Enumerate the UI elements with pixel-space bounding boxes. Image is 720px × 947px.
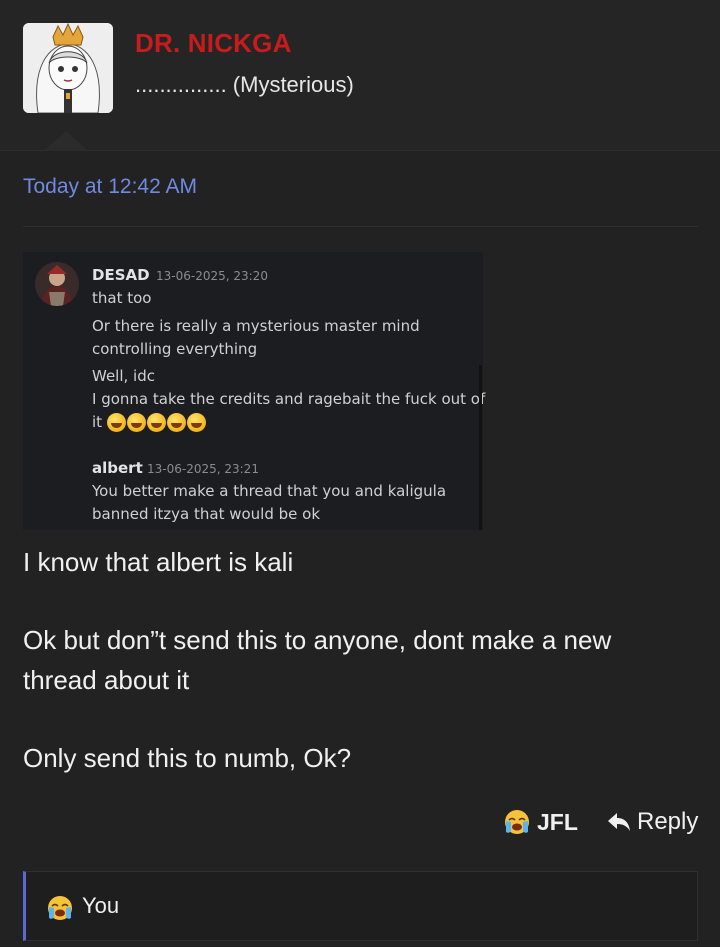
reactions-users[interactable]: You: [82, 893, 119, 919]
desad-username: DESAD: [92, 266, 150, 284]
rolling-laughing-icon: [167, 413, 186, 432]
rolling-laughing-icon: [127, 413, 146, 432]
rolling-laughing-icon: [147, 413, 166, 432]
chat-line: Well, idc: [92, 367, 155, 385]
chat-line: controlling everything: [92, 340, 258, 358]
desad-time: 13-06-2025, 23:20: [156, 269, 268, 283]
embedded-chat-screenshot[interactable]: DESAD 13-06-2025, 23:20 that too Or ther…: [23, 252, 486, 530]
reply-arrow-icon: [608, 813, 630, 831]
anime-avatar-icon: [23, 23, 113, 113]
post-body-line: Ok but don”t send this to anyone, dont m…: [23, 625, 612, 655]
desad-avatar: [35, 262, 79, 306]
albert-time: 13-06-2025, 23:21: [147, 462, 259, 476]
reply-label: Reply: [637, 808, 699, 835]
screenshot-scrollbar: [479, 365, 482, 530]
reactions-bar[interactable]: You: [23, 871, 698, 941]
post-body-line: I know that albert is kali: [23, 547, 294, 577]
chat-line: I gonna take the credits and ragebait th…: [92, 390, 486, 408]
chat-line: You better make a thread that you and ka…: [92, 482, 447, 500]
post-header: DR. NICKGA ............... (Mysterious): [0, 0, 720, 151]
post-body-line: thread about it: [23, 665, 190, 695]
author-avatar[interactable]: [23, 23, 113, 113]
chat-line: it: [92, 413, 103, 431]
rolling-laughing-icon: [187, 413, 206, 432]
divider: [23, 226, 698, 227]
albert-username: albert: [92, 459, 143, 477]
loudly-crying-face-icon: [48, 896, 72, 920]
chat-line: Or there is really a mysterious master m…: [92, 317, 420, 335]
jfl-reaction-button[interactable]: JFL: [503, 808, 578, 836]
rolling-laughing-icon: [107, 413, 126, 432]
post-timestamp[interactable]: Today at 12:42 AM: [23, 175, 197, 199]
warrior-avatar-icon: [35, 262, 79, 306]
laughing-emoji-row: [107, 413, 206, 432]
chat-line: that too: [92, 289, 152, 307]
header-pointer: [44, 131, 88, 151]
loudly-crying-face-icon: [505, 810, 529, 834]
author-name[interactable]: DR. NICKGA: [135, 28, 292, 59]
author-title: ............... (Mysterious): [135, 72, 354, 97]
reaction-emoji: [46, 894, 74, 927]
reply-button[interactable]: Reply: [607, 808, 698, 836]
chat-line: banned itzya that would be ok: [92, 505, 321, 523]
post-body-line: Only send this to numb, Ok?: [23, 743, 352, 773]
jfl-label: JFL: [537, 808, 578, 835]
